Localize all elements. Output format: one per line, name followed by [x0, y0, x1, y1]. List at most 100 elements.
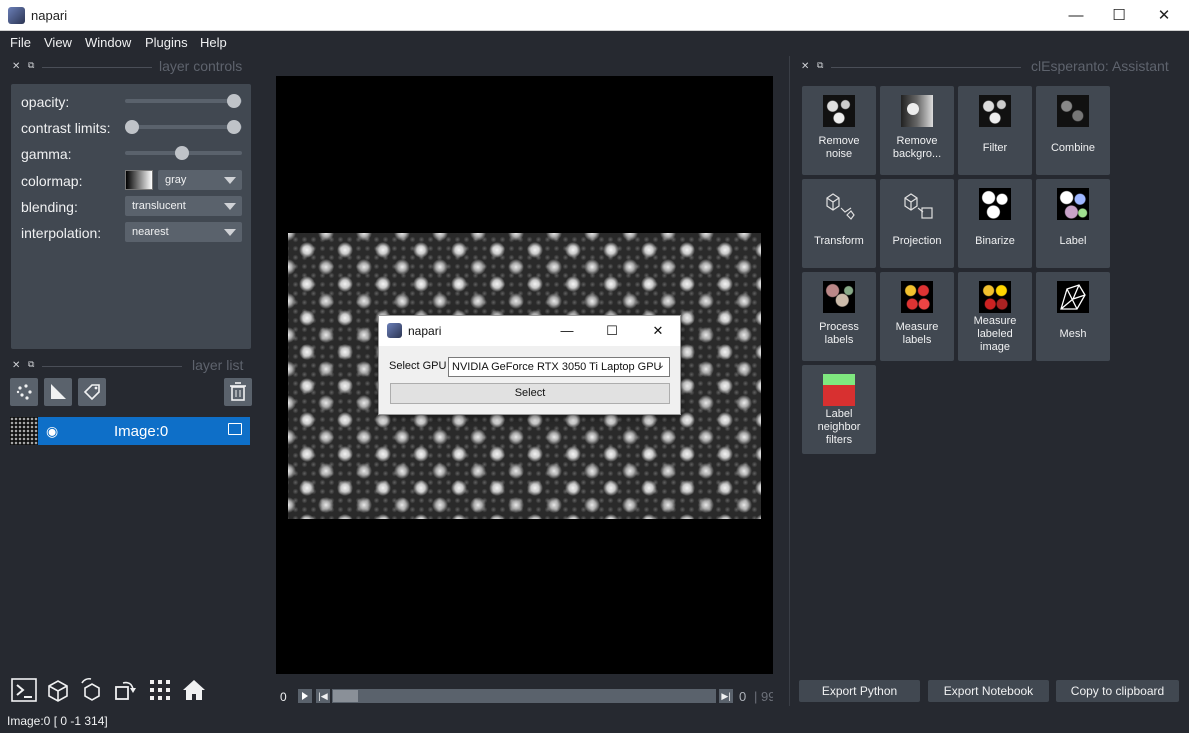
menu-bar: File View Window Plugins Help: [0, 31, 1189, 54]
ndisplay-button[interactable]: [43, 675, 73, 705]
select-gpu-button[interactable]: Select: [390, 383, 670, 404]
window-title: napari: [31, 8, 68, 23]
image-layer-icon: [228, 423, 242, 435]
reset-view-button[interactable]: [179, 675, 209, 705]
roll-dimensions-button[interactable]: [77, 675, 107, 705]
layer-name: Image:0: [114, 423, 169, 440]
dims-slider-handle[interactable]: [333, 690, 358, 702]
opacity-slider[interactable]: [125, 99, 242, 103]
opacity-slider-handle[interactable]: [227, 94, 241, 108]
dialog-close-button[interactable]: ✕: [646, 320, 670, 342]
blending-label: blending:: [21, 199, 78, 215]
transform-icon: [823, 188, 855, 220]
projection-icon: [901, 188, 933, 220]
minimize-button[interactable]: —: [1053, 0, 1099, 31]
tile-label: Combine: [1050, 142, 1096, 154]
close-button[interactable]: ✕: [1141, 0, 1187, 31]
menu-view[interactable]: View: [44, 35, 72, 50]
layer-item-image-0[interactable]: ◉ Image:0: [10, 417, 250, 445]
max-frame: 99: [761, 689, 773, 704]
colormap-select[interactable]: gray: [158, 170, 242, 190]
assistant-title: clEsperanto: Assistant: [1031, 58, 1169, 74]
console-button[interactable]: [9, 675, 39, 705]
float-dock-icon[interactable]: ⧉: [817, 60, 823, 71]
dock-splitter[interactable]: [789, 56, 790, 706]
tile-filter[interactable]: Filter: [958, 86, 1032, 175]
measure-labeled-image-icon: [979, 281, 1011, 313]
export-notebook-button[interactable]: Export Notebook: [928, 680, 1049, 702]
process-labels-icon: [823, 281, 855, 313]
close-dock-icon[interactable]: ✕: [801, 61, 809, 72]
step-forward-button[interactable]: ▶|: [719, 689, 733, 703]
close-dock-icon[interactable]: ✕: [12, 61, 20, 72]
grid-view-button[interactable]: [145, 675, 175, 705]
gamma-slider-handle[interactable]: [175, 146, 189, 160]
tile-label-neighbor-filters[interactable]: Label neighbor filters: [802, 365, 876, 454]
chevron-down-icon: [224, 177, 236, 184]
tile-measure-labels[interactable]: Measure labels: [880, 272, 954, 361]
float-dock-icon[interactable]: ⧉: [28, 359, 34, 370]
binarize-icon: [979, 188, 1011, 220]
header-rule: [831, 67, 1021, 68]
delete-layer-button[interactable]: [224, 378, 252, 406]
gpu-select-value: NVIDIA GeForce RTX 3050 Ti Laptop GPU: [452, 361, 662, 373]
dims-slider-bar: 0 |◀ ▶| 0 | 99: [276, 686, 773, 708]
console-icon: [11, 678, 37, 702]
eye-icon[interactable]: ◉: [46, 423, 58, 440]
chevron-down-icon: [224, 203, 236, 210]
tile-mesh[interactable]: Mesh: [1036, 272, 1110, 361]
step-back-button[interactable]: |◀: [316, 689, 330, 703]
dims-slider-track[interactable]: [332, 689, 716, 703]
transpose-dimensions-button[interactable]: [111, 675, 141, 705]
new-labels-layer-button[interactable]: [78, 378, 106, 406]
gamma-label: gamma:: [21, 146, 72, 162]
close-dock-icon[interactable]: ✕: [12, 360, 20, 371]
tile-process-labels[interactable]: Process labels: [802, 272, 876, 361]
tile-label: Process labels: [819, 321, 859, 346]
tile-measure-labeled-image[interactable]: Measure labeled image: [958, 272, 1032, 361]
tile-label: Measure labels: [895, 321, 939, 346]
menu-help[interactable]: Help: [200, 35, 227, 50]
select-gpu-dialog: napari — ☐ ✕ Select GPU NVIDIA GeForce R…: [378, 315, 681, 415]
tile-remove-background[interactable]: Remove backgro...: [880, 86, 954, 175]
blending-value: translucent: [132, 200, 186, 212]
tile-remove-noise[interactable]: Remove noise: [802, 86, 876, 175]
chevron-down-icon: [224, 229, 236, 236]
copy-to-clipboard-button[interactable]: Copy to clipboard: [1056, 680, 1179, 702]
shapes-icon: [51, 384, 66, 399]
export-python-button[interactable]: Export Python: [799, 680, 920, 702]
tile-projection[interactable]: Projection: [880, 179, 954, 268]
layer-controls-header: ✕ ⧉ layer controls: [12, 58, 247, 75]
maximize-button[interactable]: ☐: [1096, 0, 1142, 31]
contrast-limits-label: contrast limits:: [21, 120, 111, 136]
current-frame[interactable]: 0: [739, 689, 746, 704]
float-dock-icon[interactable]: ⧉: [28, 60, 34, 71]
layer-thumbnail: [10, 417, 38, 445]
tile-label[interactable]: Label: [1036, 179, 1110, 268]
contrast-min-handle[interactable]: [125, 120, 139, 134]
gpu-select[interactable]: NVIDIA GeForce RTX 3050 Ti Laptop GPU ⌄: [448, 357, 670, 377]
menu-file[interactable]: File: [10, 35, 31, 50]
axis-label: 0: [280, 690, 287, 704]
dialog-minimize-button[interactable]: —: [555, 320, 579, 342]
contrast-limits-slider[interactable]: [125, 125, 242, 129]
napari-logo-icon: [387, 323, 402, 338]
play-button[interactable]: [298, 689, 312, 703]
header-rule: [42, 67, 152, 68]
layer-list-title: layer list: [192, 357, 244, 373]
tile-binarize[interactable]: Binarize: [958, 179, 1032, 268]
menu-window[interactable]: Window: [85, 35, 131, 50]
gpu-label: Select GPU: [389, 360, 447, 372]
dialog-maximize-button[interactable]: ☐: [600, 320, 624, 342]
napari-logo-icon: [8, 7, 25, 24]
tile-combine[interactable]: Combine: [1036, 86, 1110, 175]
menu-plugins[interactable]: Plugins: [145, 35, 188, 50]
tile-transform[interactable]: Transform: [802, 179, 876, 268]
title-bar: napari — ☐ ✕: [0, 0, 1189, 31]
blending-select[interactable]: translucent: [125, 196, 242, 216]
interpolation-select[interactable]: nearest: [125, 222, 242, 242]
new-shapes-layer-button[interactable]: [44, 378, 72, 406]
roll-icon: [81, 677, 100, 701]
contrast-max-handle[interactable]: [227, 120, 241, 134]
new-points-layer-button[interactable]: [10, 378, 38, 406]
